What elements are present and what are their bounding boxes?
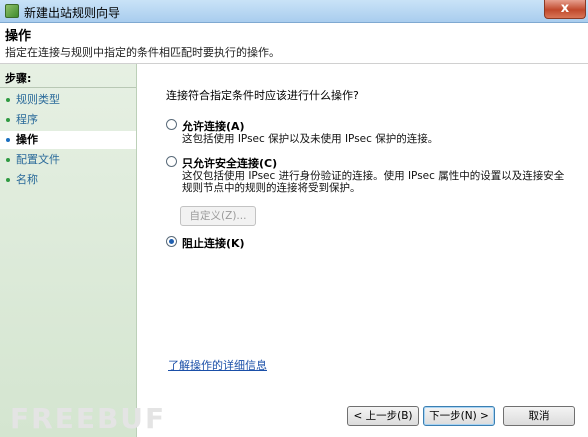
block-label[interactable]: 阻止连接(K) [182, 235, 245, 251]
help-link[interactable]: 了解操作的详细信息 [168, 357, 267, 373]
firewall-icon [5, 4, 19, 18]
block-radio[interactable] [166, 236, 177, 247]
watermark-logo: FREEBUF [10, 402, 167, 435]
sidebar-item-label: 配置文件 [16, 153, 60, 166]
bullet-icon [6, 98, 10, 102]
question-text: 连接符合指定条件时应该进行什么操作? [166, 89, 359, 102]
bullet-icon [6, 158, 10, 162]
page-description: 指定在连接与规则中指定的条件相匹配时要执行的操作。 [5, 46, 280, 59]
page-title: 操作 [5, 29, 32, 44]
allow-description: 这包括使用 IPsec 保护以及未使用 IPsec 保护的连接。 [182, 133, 439, 145]
secure-only-description: 这仅包括使用 IPsec 进行身份验证的连接。使用 IPsec 属性中的设置以及… [182, 170, 565, 194]
secure-only-label[interactable]: 只允许安全连接(C) [182, 155, 277, 171]
steps-sidebar: 步骤: 规则类型 程序 操作 配置文件 名称 [0, 64, 137, 437]
secure-only-radio[interactable] [166, 156, 177, 167]
sidebar-item-program[interactable]: 程序 [0, 111, 136, 129]
title-bar: 新建出站规则向导 x [0, 0, 588, 23]
cancel-button[interactable]: 取消 [503, 406, 575, 426]
sidebar-item-label: 名称 [16, 173, 38, 186]
bullet-icon [6, 118, 10, 122]
allow-radio[interactable] [166, 119, 177, 130]
sidebar-item-profile[interactable]: 配置文件 [0, 151, 136, 169]
main-panel: 连接符合指定条件时应该进行什么操作? 允许连接(A) 这包括使用 IPsec 保… [137, 64, 588, 437]
next-button[interactable]: 下一步(N) > [423, 406, 495, 426]
back-button[interactable]: < 上一步(B) [347, 406, 419, 426]
sidebar-item-action[interactable]: 操作 [0, 131, 136, 149]
close-button[interactable]: x [544, 0, 586, 19]
sidebar-item-label: 程序 [16, 113, 38, 126]
page-header: 操作 指定在连接与规则中指定的条件相匹配时要执行的操作。 [0, 23, 588, 64]
bullet-icon [6, 178, 10, 182]
sidebar-item-name[interactable]: 名称 [0, 171, 136, 189]
bullet-icon [6, 138, 10, 142]
customize-button[interactable]: 自定义(Z)... [180, 206, 256, 226]
steps-label: 步骤: [0, 70, 136, 88]
sidebar-item-label: 规则类型 [16, 93, 60, 106]
sidebar-item-rule-type[interactable]: 规则类型 [0, 91, 136, 109]
sidebar-item-label: 操作 [16, 133, 38, 146]
window-title: 新建出站规则向导 [24, 6, 121, 20]
allow-label[interactable]: 允许连接(A) [182, 118, 245, 134]
